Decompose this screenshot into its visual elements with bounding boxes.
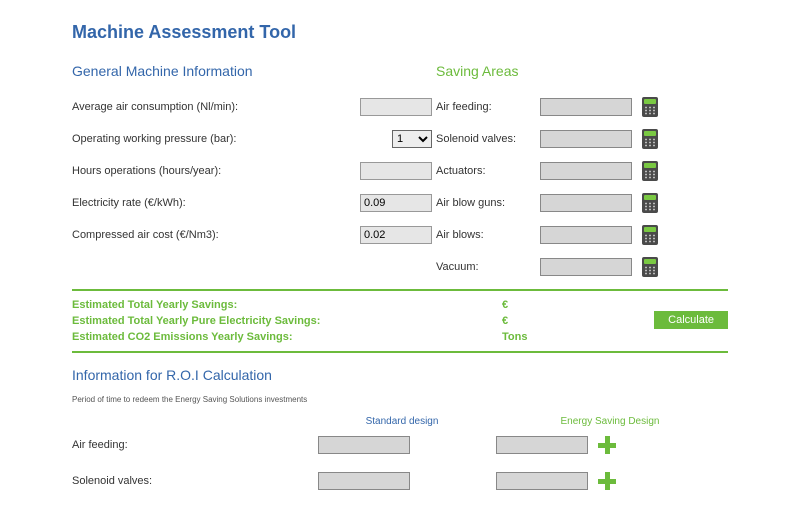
sa-air-feeding-input[interactable] bbox=[540, 98, 632, 116]
page-title: Machine Assessment Tool bbox=[72, 22, 728, 43]
divider bbox=[72, 351, 728, 353]
roi-std-input[interactable] bbox=[318, 436, 410, 454]
general-section: General Machine Information Average air … bbox=[72, 63, 432, 283]
plus-icon[interactable] bbox=[598, 472, 616, 490]
roi-col-standard: Standard design bbox=[312, 416, 492, 427]
sa-vacuum-input[interactable] bbox=[540, 258, 632, 276]
roi-col-esd: Energy Saving Design bbox=[492, 416, 728, 427]
summary-line1-label: Estimated Total Yearly Savings: bbox=[72, 297, 502, 313]
plus-icon[interactable] bbox=[598, 436, 616, 454]
summary-line2-label: Estimated Total Yearly Pure Electricity … bbox=[72, 313, 502, 329]
general-heading: General Machine Information bbox=[72, 63, 432, 79]
summary-line3-value: Tons bbox=[502, 329, 527, 345]
roi-heading: Information for R.O.I Calculation bbox=[72, 367, 728, 383]
sa-label: Air blows: bbox=[436, 229, 530, 241]
divider bbox=[72, 289, 728, 291]
roi-std-input[interactable] bbox=[318, 472, 410, 490]
roi-esd-input[interactable] bbox=[496, 472, 588, 490]
sa-actuators-input[interactable] bbox=[540, 162, 632, 180]
calculator-icon[interactable] bbox=[642, 129, 658, 149]
hours-label: Hours operations (hours/year): bbox=[72, 165, 360, 177]
air-consumption-label: Average air consumption (Nl/min): bbox=[72, 101, 360, 113]
summary-line3-label: Estimated CO2 Emissions Yearly Savings: bbox=[72, 329, 502, 345]
air-consumption-input[interactable] bbox=[360, 98, 432, 116]
air-cost-label: Compressed air cost (€/Nm3): bbox=[72, 229, 360, 241]
sa-solenoid-input[interactable] bbox=[540, 130, 632, 148]
summary-line2-value: € bbox=[502, 313, 508, 329]
sa-blow-guns-input[interactable] bbox=[540, 194, 632, 212]
saving-areas-section: Saving Areas Air feeding: Solenoid valve… bbox=[436, 63, 728, 283]
hours-input[interactable] bbox=[360, 162, 432, 180]
elec-rate-input[interactable] bbox=[360, 194, 432, 212]
sa-label: Air feeding: bbox=[436, 101, 530, 113]
roi-section: Information for R.O.I Calculation Period… bbox=[72, 367, 728, 499]
calculate-button[interactable]: Calculate bbox=[654, 311, 728, 329]
calculator-icon[interactable] bbox=[642, 161, 658, 181]
pressure-select[interactable]: 1 bbox=[392, 130, 432, 148]
calculator-icon[interactable] bbox=[642, 97, 658, 117]
roi-note: Period of time to redeem the Energy Savi… bbox=[72, 395, 728, 404]
air-cost-input[interactable] bbox=[360, 226, 432, 244]
sa-label: Air blow guns: bbox=[436, 197, 530, 209]
calculator-icon[interactable] bbox=[642, 257, 658, 277]
summary-line1-value: € bbox=[502, 297, 508, 313]
calculator-icon[interactable] bbox=[642, 225, 658, 245]
calculator-icon[interactable] bbox=[642, 193, 658, 213]
pressure-label: Operating working pressure (bar): bbox=[72, 133, 392, 145]
saving-heading: Saving Areas bbox=[436, 63, 728, 79]
sa-label: Solenoid valves: bbox=[436, 133, 530, 145]
roi-esd-input[interactable] bbox=[496, 436, 588, 454]
sa-air-blows-input[interactable] bbox=[540, 226, 632, 244]
elec-rate-label: Electricity rate (€/kWh): bbox=[72, 197, 360, 209]
roi-row-label: Air feeding: bbox=[72, 439, 308, 451]
sa-label: Actuators: bbox=[436, 165, 530, 177]
sa-label: Vacuum: bbox=[436, 261, 530, 273]
roi-row-label: Solenoid valves: bbox=[72, 475, 308, 487]
summary-block: Estimated Total Yearly Savings: € Estima… bbox=[72, 297, 638, 345]
